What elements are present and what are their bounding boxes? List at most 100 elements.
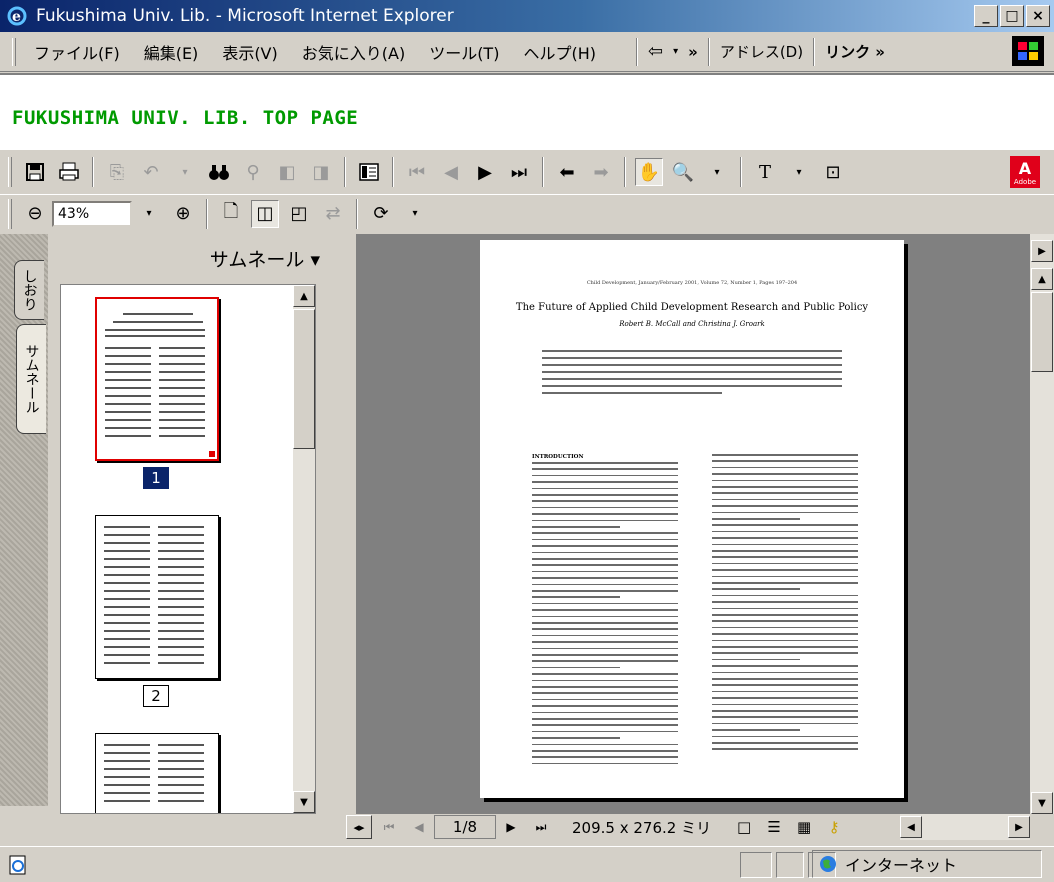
thumbnail-list[interactable]: 1 2 ▲ ▼ — [60, 284, 316, 814]
menubar-grip[interactable] — [12, 37, 16, 66]
first-page-icon[interactable]: ⏮ — [376, 815, 402, 839]
text-line — [532, 634, 678, 637]
text-line — [712, 671, 858, 674]
back-arrow-icon[interactable]: ⇦ — [648, 41, 663, 62]
text-line — [712, 511, 858, 514]
close-button[interactable]: × — [1026, 5, 1050, 27]
toolbar-grip[interactable] — [8, 157, 12, 187]
last-page-icon[interactable]: ⏭ — [505, 158, 533, 186]
next-page-icon[interactable]: ▶ — [471, 158, 499, 186]
fit-width-icon[interactable]: ◰ — [285, 200, 313, 228]
scroll-down-button[interactable]: ▼ — [1031, 792, 1053, 814]
text-tool-dropdown-icon[interactable]: ▾ — [785, 158, 813, 186]
previous-page-icon[interactable]: ◀ — [406, 815, 432, 839]
fit-visible-icon[interactable]: ⇄ — [319, 200, 347, 228]
previous-result-icon[interactable]: ◧ — [273, 158, 301, 186]
text-line — [712, 550, 858, 552]
text-select-tool-icon[interactable]: T — [751, 158, 779, 186]
text-line — [532, 481, 678, 483]
text-line — [712, 748, 858, 750]
text-line — [532, 519, 678, 522]
scroll-right-button[interactable]: ▶ — [1008, 816, 1030, 838]
document-horizontal-scrollbar[interactable]: ◀ ▶ — [900, 814, 1030, 840]
go-back-icon[interactable]: ⬅ — [553, 158, 581, 186]
minimize-button[interactable]: _ — [974, 5, 998, 27]
save-icon[interactable] — [21, 158, 49, 186]
zoom-tool-dropdown-icon[interactable]: ▾ — [703, 158, 731, 186]
menu-favorites[interactable]: お気に入り(A) — [290, 40, 417, 64]
acrobat-toolbar-main: ⎘ ↶ ▾ ⚲ ◧ ◨ ⏮ ◀ ▶ ⏭ ⬅ ➡ ✋ 🔍 ▾ T ▾ ⊡ A Ad… — [0, 150, 1054, 194]
zoom-dropdown-icon[interactable]: ▾ — [135, 200, 163, 228]
undo-dropdown-icon[interactable]: ▾ — [171, 158, 199, 186]
page-number-field[interactable]: 1/8 — [434, 815, 496, 839]
menu-help[interactable]: ヘルプ(H) — [511, 40, 608, 64]
next-result-icon[interactable]: ◨ — [307, 158, 335, 186]
undo-icon[interactable]: ↶ — [137, 158, 165, 186]
go-forward-icon[interactable]: ➡ — [587, 158, 615, 186]
document-view[interactable]: Child Development, January/February 2001… — [356, 234, 1030, 814]
text-line — [532, 570, 678, 573]
address-bar-label[interactable]: アドレス(D) — [720, 41, 803, 62]
show-navigation-pane-icon[interactable] — [355, 158, 383, 186]
menu-edit[interactable]: 編集(E) — [132, 40, 211, 64]
toolbar-chevron[interactable]: » — [688, 43, 698, 61]
maximize-button[interactable]: □ — [1000, 5, 1024, 27]
thumbnail-scrollbar[interactable]: ▲ ▼ — [293, 285, 315, 813]
zoom-level-field[interactable]: 43% — [52, 200, 132, 227]
navigation-pane-toggle-icon[interactable]: ◂▸ — [346, 815, 372, 839]
text-line — [532, 532, 678, 534]
menu-view[interactable]: 表示(V) — [210, 40, 289, 64]
tab-thumbnails[interactable]: サムネール — [16, 324, 46, 434]
last-page-icon[interactable]: ⏭ — [528, 815, 554, 839]
links-label[interactable]: リンク » — [825, 41, 885, 62]
menu-file[interactable]: ファイル(F) — [22, 40, 132, 64]
document-vertical-scrollbar[interactable]: ▶ ▲ ▼ — [1030, 234, 1054, 814]
scroll-down-button[interactable]: ▼ — [293, 791, 315, 813]
acrobat-reader-plugin: ⎘ ↶ ▾ ⚲ ◧ ◨ ⏮ ◀ ▶ ⏭ ⬅ ➡ ✋ 🔍 ▾ T ▾ ⊡ A Ad… — [0, 150, 1054, 845]
fit-page-icon[interactable]: ◫ — [251, 199, 279, 228]
page-thumbnail[interactable] — [95, 733, 219, 813]
scroll-right-button[interactable]: ▶ — [1031, 240, 1053, 262]
text-line — [532, 615, 678, 618]
text-line — [532, 628, 678, 630]
single-page-icon[interactable]: □ — [731, 815, 757, 839]
adobe-logo-icon[interactable]: A Adobe — [1010, 156, 1040, 188]
search-icon[interactable]: ⚲ — [239, 158, 267, 186]
copy-icon[interactable]: ⎘ — [103, 158, 131, 186]
previous-page-icon[interactable]: ◀ — [437, 158, 465, 186]
page-thumbnail[interactable] — [95, 297, 219, 461]
print-icon[interactable] — [55, 158, 83, 186]
continuous-facing-icon[interactable]: ▦ — [791, 815, 817, 839]
rotate-dropdown-icon[interactable]: ▾ — [401, 200, 429, 228]
snapshot-tool-icon[interactable]: ⊡ — [819, 158, 847, 186]
zoom-in-tool-icon[interactable]: 🔍 — [669, 158, 697, 186]
thumbnails-options-menu[interactable]: サムネール ▾ — [48, 234, 344, 282]
text-line — [542, 357, 842, 359]
zoom-in-icon[interactable]: ⊕ — [169, 200, 197, 228]
toolbar-grip[interactable] — [8, 198, 12, 229]
next-page-icon[interactable]: ▶ — [498, 815, 524, 839]
find-binoculars-icon[interactable] — [205, 158, 233, 186]
scroll-up-button[interactable]: ▲ — [293, 285, 315, 307]
scroll-thumb[interactable] — [293, 309, 315, 449]
first-page-icon[interactable]: ⏮ — [403, 158, 431, 186]
back-dropdown-icon[interactable]: ▾ — [673, 46, 678, 57]
actual-size-icon[interactable]: 🗋 — [217, 200, 245, 228]
page-thumbnail[interactable] — [95, 515, 219, 679]
scroll-thumb[interactable] — [1031, 292, 1053, 372]
text-line — [712, 466, 858, 469]
window-title-bar: e Fukushima Univ. Lib. - Microsoft Inter… — [0, 0, 1054, 32]
text-line — [532, 654, 678, 656]
hand-tool-icon[interactable]: ✋ — [635, 158, 663, 186]
toolbar-separator — [813, 37, 816, 66]
text-line — [532, 494, 678, 496]
scroll-left-button[interactable]: ◀ — [900, 816, 922, 838]
scroll-up-button[interactable]: ▲ — [1031, 268, 1053, 290]
rotate-view-icon[interactable]: ⟳ — [367, 200, 395, 228]
text-line — [532, 705, 678, 707]
text-line — [532, 487, 678, 490]
menu-tools[interactable]: ツール(T) — [417, 40, 511, 64]
tab-bookmarks[interactable]: しおり — [14, 260, 44, 320]
continuous-page-icon[interactable]: ☰ — [761, 815, 787, 839]
zoom-out-icon[interactable]: ⊖ — [21, 200, 49, 228]
